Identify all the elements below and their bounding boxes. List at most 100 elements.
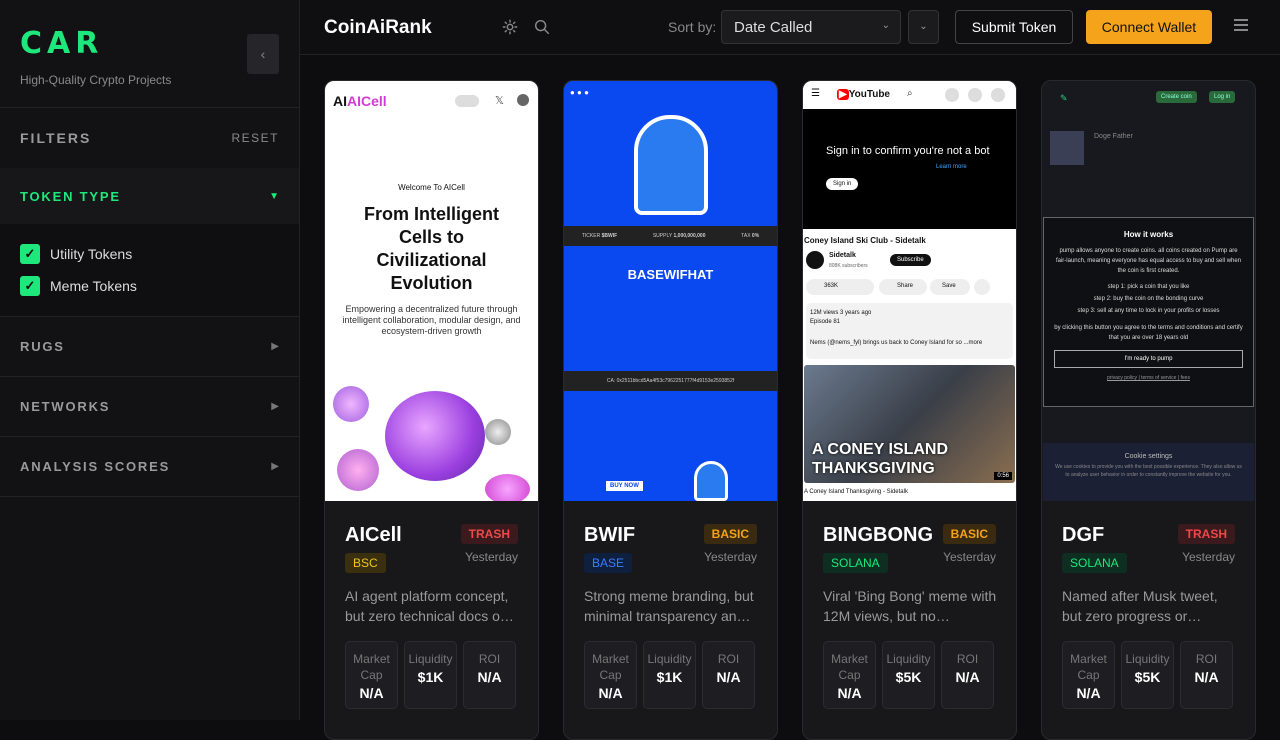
- project-screenshot: ✎ Create coin Log in Doge Father How it …: [1042, 81, 1255, 501]
- metric-value: N/A: [955, 669, 980, 685]
- token-description: Strong meme branding, but minimal transp…: [584, 588, 754, 624]
- checkbox-checked-icon[interactable]: ✓: [20, 244, 40, 264]
- submit-token-button[interactable]: Submit Token: [955, 10, 1073, 44]
- decorative-orb-icon: [485, 419, 511, 445]
- share-pill: Share: [879, 279, 927, 295]
- views-line: 12M views 3 years ago: [810, 310, 872, 316]
- metric-liquidity: Liquidity $5K: [882, 641, 935, 709]
- chain-badge: BASE: [584, 553, 633, 573]
- metric-value: N/A: [837, 685, 862, 701]
- filter-section-networks[interactable]: NETWORKS ▶: [0, 377, 299, 437]
- modal-intro: pump allows anyone to create coins. all …: [1055, 248, 1242, 274]
- token-name: AICell: [345, 524, 402, 546]
- filters-header: FILTERS RESET: [0, 108, 299, 168]
- site-logo[interactable]: CoinAiRank: [324, 17, 432, 39]
- metric-value: N/A: [359, 685, 384, 701]
- filter-section-analysis-scores[interactable]: ANALYSIS SCORES ▶: [0, 437, 299, 497]
- metric-value: N/A: [598, 685, 623, 701]
- beanie-hat-icon: [694, 461, 728, 501]
- signin-button: Sign in: [826, 178, 859, 190]
- filter-section-rugs[interactable]: RUGS ▶: [0, 317, 299, 377]
- tax-info: TAX 0%: [741, 233, 760, 239]
- save-pill: Save: [930, 279, 970, 295]
- menu-icon: ☰: [811, 88, 820, 99]
- chevron-right-icon: ▶: [271, 461, 279, 472]
- token-description: Viral 'Bing Bong' meme with 12M views, b…: [823, 588, 997, 624]
- metrics-row: Market Cap N/A Liquidity $1K ROI N/A: [345, 641, 516, 709]
- metric-label: Liquidity: [647, 652, 692, 666]
- search-icon: ⌕: [907, 88, 913, 99]
- modal-step-2: step 2: buy the coin on the bonding curv…: [1093, 296, 1204, 302]
- rating-badge: TRASH: [1177, 524, 1235, 544]
- token-info-bar: TICKER $BWIF SUPPLY 1,000,000,000 TAX 0%: [564, 226, 777, 246]
- option-utility-tokens[interactable]: ✓ Utility Tokens: [20, 238, 279, 270]
- date-called: Yesterday: [465, 550, 518, 564]
- github-icon: [517, 94, 529, 106]
- coin-name: Doge Father: [1094, 133, 1133, 140]
- avatar-icon: [945, 88, 959, 102]
- token-name: BWIF: [584, 524, 636, 546]
- metric-value: N/A: [1076, 685, 1101, 701]
- metric-market-cap: Market Cap N/A: [823, 641, 876, 709]
- collapse-sidebar-button[interactable]: ‹: [247, 34, 279, 74]
- metric-label: ROI: [956, 652, 979, 666]
- checkbox-checked-icon[interactable]: ✓: [20, 276, 40, 296]
- filter-section-token-type[interactable]: TOKEN TYPE ▼: [0, 168, 299, 224]
- metric-label: Liquidity: [886, 652, 931, 666]
- description-snippet: Nems (@nems_fyl) brings us back to Coney…: [810, 340, 983, 346]
- channel-avatar: [806, 251, 824, 269]
- metric-roi: ROI N/A: [463, 641, 516, 709]
- rating-badge: TRASH: [460, 524, 518, 544]
- chevron-down-icon: ⌄: [881, 20, 890, 31]
- youtube-header: ☰ ▶ YouTube ⌕: [803, 81, 1016, 109]
- gear-icon[interactable]: [501, 18, 519, 36]
- chevron-down-icon: ⌄: [919, 21, 928, 32]
- reset-filters-button[interactable]: RESET: [231, 131, 279, 145]
- thumbnail-caption: A Coney Island Thanksgiving - Sidetalk: [804, 489, 908, 495]
- metric-value: N/A: [1194, 669, 1219, 685]
- token-type-options: ✓ Utility Tokens ✓ Meme Tokens: [0, 224, 299, 317]
- search-icon[interactable]: [533, 18, 551, 36]
- modal-terms: by clicking this button you agree to the…: [1054, 325, 1243, 341]
- create-coin-button: Create coin: [1156, 91, 1197, 103]
- filters-title: FILTERS: [20, 130, 92, 146]
- token-card[interactable]: ✎ Create coin Log in Doge Father How it …: [1041, 80, 1256, 740]
- option-label: Utility Tokens: [50, 246, 133, 262]
- option-meme-tokens[interactable]: ✓ Meme Tokens: [20, 270, 279, 302]
- sort-direction-button[interactable]: ⌄: [908, 10, 939, 44]
- token-card[interactable]: ☰ ▶ YouTube ⌕ Sign in to confirm you're n…: [802, 80, 1017, 740]
- metric-value: $5K: [895, 669, 922, 685]
- modal-step-3: step 3: sell at any time to lock in your…: [1077, 308, 1220, 314]
- chevron-right-icon: ▶: [271, 341, 279, 352]
- decorative-orb-icon: [485, 474, 530, 501]
- screenshot-subtext: Empowering a decentralized future throug…: [342, 304, 521, 336]
- hamburger-menu-icon[interactable]: [1234, 19, 1248, 31]
- date-called: Yesterday: [704, 550, 757, 564]
- pump-logo-icon: ✎: [1060, 93, 1068, 103]
- supply-info: SUPPLY 1,000,000,000: [652, 233, 706, 239]
- project-screenshot: AIAICell 𝕏 Welcome To AICell From Intell…: [325, 81, 538, 501]
- token-card[interactable]: ● ● ● TICKER $BWIF SUPPLY 1,000,000,000 …: [563, 80, 778, 740]
- metric-liquidity: Liquidity $1K: [643, 641, 696, 709]
- subscribe-button: Subscribe: [890, 254, 931, 266]
- chevron-down-icon: ▼: [269, 190, 279, 202]
- sidebar: CAR High-Quality Crypto Projects ‹ FILTE…: [0, 0, 300, 720]
- beanie-hat-icon: [634, 115, 708, 215]
- token-card[interactable]: AIAICell 𝕏 Welcome To AICell From Intell…: [324, 80, 539, 740]
- screenshot-logo: AIAICell: [333, 93, 387, 109]
- metric-roi: ROI N/A: [941, 641, 994, 709]
- channel-name: Sidetalk: [829, 252, 856, 259]
- metric-label: Liquidity: [1125, 652, 1170, 666]
- metric-market-cap: Market Cap N/A: [584, 641, 637, 709]
- chevron-right-icon: ▶: [271, 401, 279, 412]
- brand-logo[interactable]: CAR: [20, 26, 279, 61]
- buy-now-button: BUY NOW: [606, 481, 643, 491]
- sort-value: Date Called: [734, 19, 813, 36]
- option-label: Meme Tokens: [50, 278, 137, 294]
- rating-badge: BASIC: [703, 524, 757, 544]
- connect-wallet-button[interactable]: Connect Wallet: [1086, 10, 1212, 44]
- sort-select[interactable]: Date Called ⌄: [721, 10, 901, 44]
- metric-value: N/A: [477, 669, 502, 685]
- contract-address: CA: 0x2511bbcd5Aa4f53c7962251777f4d9153e…: [564, 371, 777, 391]
- token-description: AI agent platform concept, but zero tech…: [345, 588, 514, 624]
